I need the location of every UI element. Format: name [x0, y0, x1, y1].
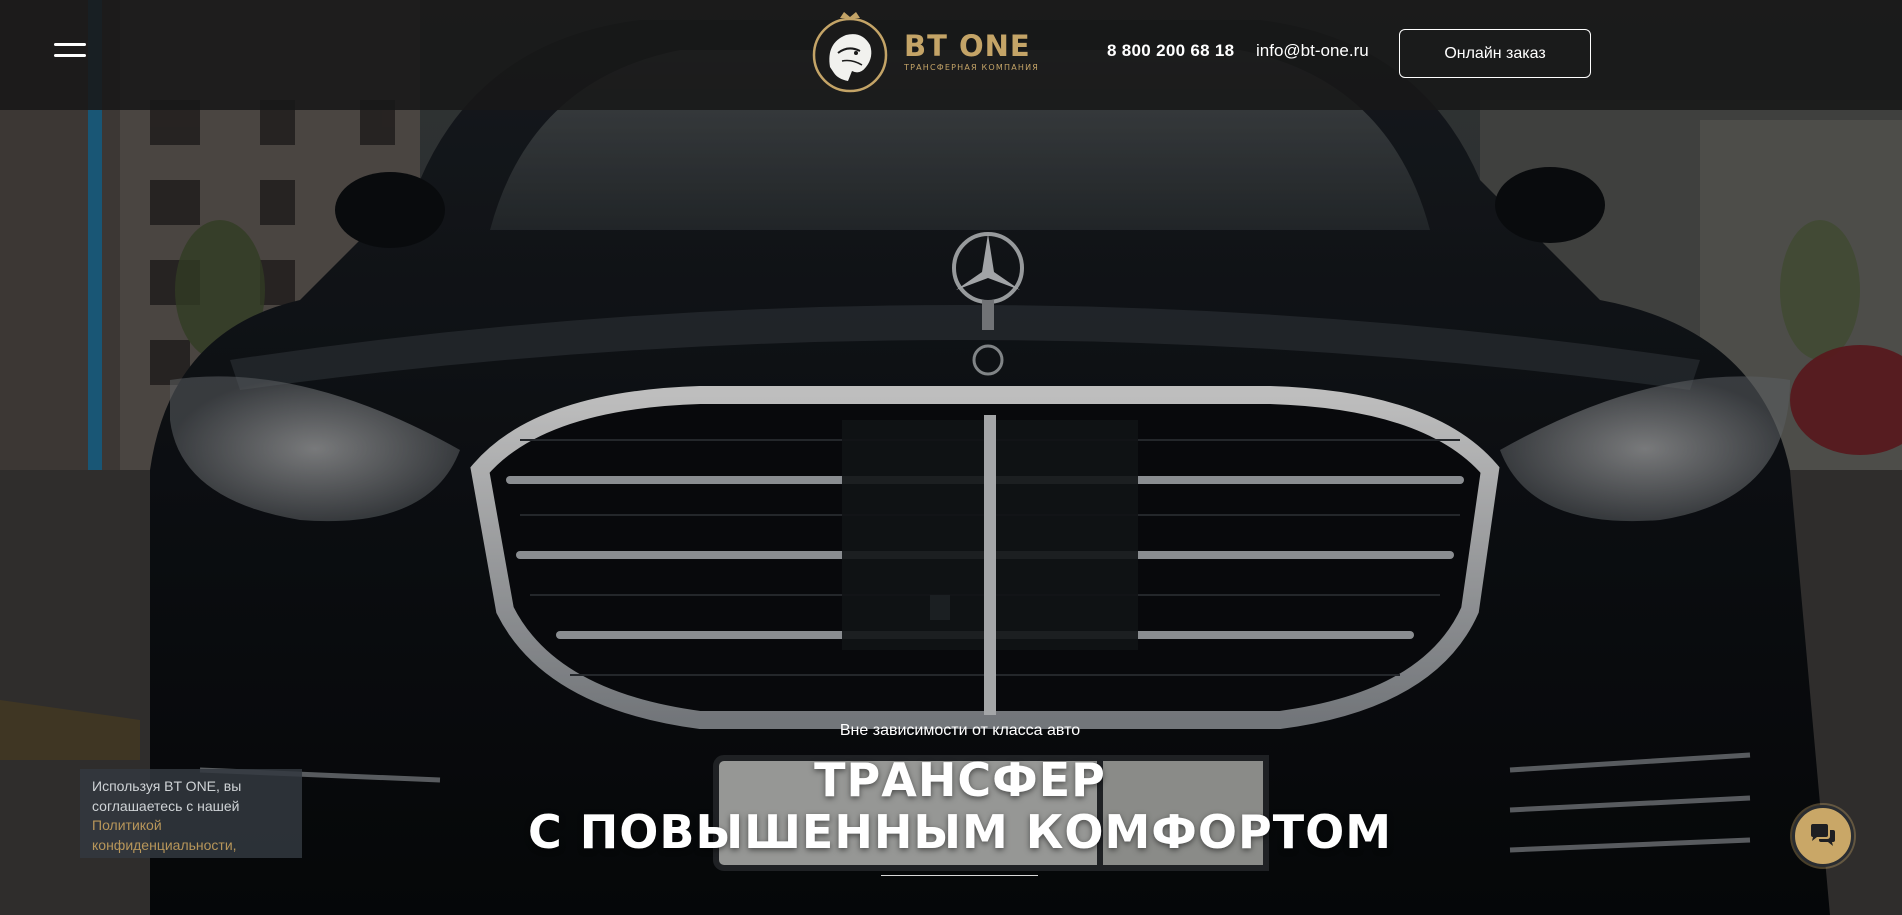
chat-button[interactable]	[1792, 805, 1854, 867]
brand-logo[interactable]: BT ONE ТРАНСФЕРНАЯ КОМПАНИЯ	[808, 6, 1039, 96]
cookie-notice: Используя BT ONE, вы соглашаетесь с наше…	[80, 769, 302, 858]
title-divider	[881, 875, 1038, 876]
logo-tagline: ТРАНСФЕРНАЯ КОМПАНИЯ	[904, 62, 1040, 72]
privacy-policy-link[interactable]: Политикой конфиденциальности,	[92, 817, 237, 853]
hero-subtitle: Вне зависимости от класса авто	[839, 722, 1081, 739]
email-link[interactable]: info@bt-one.ru	[1256, 41, 1369, 61]
hamburger-menu-icon[interactable]	[54, 41, 86, 61]
hero-title-line1: ТРАНСФЕР	[814, 753, 1106, 807]
phone-link[interactable]: 8 800 200 68 18	[1107, 41, 1234, 61]
chat-bubbles-icon	[1811, 824, 1835, 846]
lion-head-logo-icon	[812, 12, 888, 93]
logo-name: BT ONE	[904, 28, 1031, 63]
hero-title-line2: С ПОВЫШЕННЫМ КОМФОРТОМ	[528, 805, 1392, 859]
site-header: BT ONE ТРАНСФЕРНАЯ КОМПАНИЯ 8 800 200 68…	[0, 0, 1902, 110]
online-order-button[interactable]: Онлайн заказ	[1399, 29, 1591, 78]
cookie-notice-text: Используя BT ONE, вы соглашаетесь с наше…	[92, 778, 242, 814]
